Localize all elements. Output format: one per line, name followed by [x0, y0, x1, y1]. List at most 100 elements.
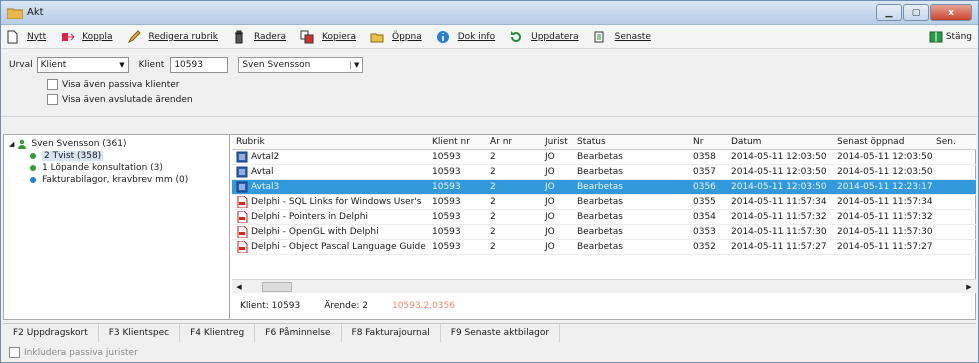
window-title: Akt — [27, 7, 44, 18]
close-button[interactable]: Stäng — [929, 30, 972, 44]
tree-item-faktura[interactable]: Fakturabilagor, kravbrev mm (0) — [6, 174, 227, 186]
tree-item-konsultation[interactable]: 1 Löpande konsultation (3) — [6, 162, 227, 174]
col-datum[interactable]: Datum — [727, 137, 833, 147]
klient-label: Klient — [138, 60, 165, 70]
selection-status: Klient: 10593 Ärende: 2 10593.2.0356 — [232, 293, 976, 319]
col-ar-nr[interactable]: År nr — [486, 137, 541, 147]
passive-clients-checkbox[interactable] — [47, 79, 58, 90]
cell-ar: 2 — [490, 152, 496, 162]
cell-rubrik: Delphi - OpenGL with Delphi — [232, 226, 428, 238]
cell-datum: 2014-05-11 11:57:30 — [731, 227, 827, 237]
delete-button[interactable]: Radera — [232, 30, 286, 44]
col-jurist[interactable]: Jurist — [541, 137, 573, 147]
chevron-down-icon: ▼ — [349, 61, 362, 69]
fkey-f2[interactable]: F2 Uppdragskort — [3, 323, 99, 342]
new-button[interactable]: Nytt — [5, 30, 46, 44]
col-rubrik[interactable]: Rubrik — [232, 137, 428, 147]
cell-ar: 2 — [490, 227, 496, 237]
link-icon — [62, 32, 75, 41]
scroll-thumb[interactable] — [262, 281, 292, 292]
recent-button[interactable]: Senaste — [593, 30, 651, 44]
col-klient-nr[interactable]: Klient nr — [428, 137, 486, 147]
table-row[interactable]: Delphi - Object Pascal Language Guide 105… — [232, 240, 976, 255]
table-row[interactable]: Delphi - Pointers in Delphi 10593 2 JO Bearb… — [232, 210, 976, 225]
edit-pencil-icon — [127, 29, 141, 43]
tree-root[interactable]: ◢ Sven Svensson (361) — [6, 138, 227, 150]
cell-ar: 2 — [490, 197, 496, 207]
cell-senast: 2014-05-11 11:57:34 — [837, 197, 932, 207]
pdf-document-icon — [237, 196, 248, 208]
open-button[interactable]: Öppna — [370, 30, 422, 44]
new-button-label: Nytt — [27, 31, 47, 42]
fkey-f4[interactable]: F4 Klientreg — [180, 323, 256, 342]
footer: Inkludera passiva jurister — [9, 347, 138, 358]
cell-status: Bearbetas — [577, 167, 623, 177]
table-row[interactable]: Delphi - SQL Links for Windows User's 105… — [232, 195, 976, 210]
scroll-left-icon[interactable]: ◀ — [232, 283, 246, 291]
scroll-right-icon[interactable]: ▶ — [962, 283, 976, 291]
title-bar: Akt ▁ ▢ x — [1, 1, 978, 25]
closed-matters-label: Visa även avslutade ärenden — [62, 94, 193, 105]
cell-status: Bearbetas — [577, 242, 623, 252]
cell-datum: 2014-05-11 12:03:50 — [731, 182, 827, 192]
doc-info-button[interactable]: Dok info — [436, 30, 495, 44]
cell-ar: 2 — [490, 167, 496, 177]
fkey-f3[interactable]: F3 Klientspec — [99, 323, 181, 342]
edit-title-button[interactable]: Redigera rubrik — [127, 29, 218, 44]
table-row[interactable]: Avtal3 10593 2 JO Bearbetas 0356 2014-05-11 12… — [232, 180, 976, 195]
pdf-document-icon — [237, 241, 248, 253]
cell-rubrik: Avtal2 — [232, 151, 428, 163]
cell-status: Bearbetas — [577, 152, 623, 162]
doc-info-button-label: Dok info — [457, 31, 496, 42]
fkey-f9[interactable]: F9 Senaste aktbilagor — [441, 323, 561, 342]
grid-body: Avtal2 10593 2 JO Bearbetas 0358 2014-05-11 12… — [232, 150, 976, 255]
minimize-button[interactable]: ▁ — [876, 4, 902, 21]
cell-jurist: JO — [545, 242, 555, 252]
table-row[interactable]: Avtal 10593 2 JO Bearbetas 0357 2014-05-11 12:… — [232, 165, 976, 180]
app-window: Akt ▁ ▢ x Nytt Koppla Redigera rubrik Ra… — [0, 0, 979, 363]
horizontal-scrollbar[interactable]: ◀ ▶ — [232, 279, 976, 293]
cell-senast: 2014-05-11 11:57:27 — [837, 242, 932, 252]
cell-datum: 2014-05-11 11:57:32 — [731, 212, 827, 222]
client-name-select[interactable]: Sven Svensson ▼ — [238, 57, 364, 73]
cell-senast: 2014-05-11 11:57:32 — [837, 212, 932, 222]
client-name-value: Sven Svensson — [242, 60, 311, 70]
table-row[interactable]: Delphi - OpenGL with Delphi 10593 2 JO Bearb… — [232, 225, 976, 240]
tree-item-tvist[interactable]: 2 Tvist (358) — [6, 150, 227, 162]
klient-input[interactable]: 10593 — [170, 57, 229, 73]
urval-select[interactable]: Klient ▼ — [36, 57, 129, 73]
col-nr[interactable]: Nr — [689, 137, 727, 147]
cell-klient: 10593 — [432, 227, 461, 237]
closed-matters-checkbox[interactable] — [47, 94, 58, 105]
cell-nr: 0354 — [693, 212, 716, 222]
col-status[interactable]: Status — [573, 137, 689, 147]
link-button[interactable]: Koppla — [60, 30, 113, 44]
cell-datum: 2014-05-11 12:03:50 — [731, 167, 827, 177]
recent-button-label: Senaste — [614, 31, 651, 42]
col-sen[interactable]: Sen. — [932, 137, 972, 147]
passive-lawyers-label: Inkludera passiva jurister — [24, 347, 138, 358]
status-dot-icon — [30, 165, 36, 171]
table-row[interactable]: Avtal2 10593 2 JO Bearbetas 0358 2014-05-11 12… — [232, 150, 976, 165]
function-key-bar: F2 Uppdragskort F3 Klientspec F4 Klientr… — [3, 323, 976, 342]
maximize-button[interactable]: ▢ — [903, 4, 929, 21]
passive-lawyers-checkbox[interactable] — [9, 347, 20, 358]
cell-nr: 0355 — [693, 197, 716, 207]
exit-icon — [929, 31, 943, 42]
toolbar: Nytt Koppla Redigera rubrik Radera Kopie… — [1, 25, 978, 49]
fkey-f6[interactable]: F6 Påminnelse — [255, 323, 342, 342]
rubrik-text: Avtal3 — [251, 182, 280, 192]
copy-button[interactable]: Kopiera — [300, 30, 356, 44]
new-document-icon — [7, 30, 18, 43]
cell-jurist: JO — [545, 227, 555, 237]
refresh-button[interactable]: Uppdatera — [509, 30, 579, 44]
cell-senast: 2014-05-11 12:03:50 — [837, 152, 932, 162]
grid-header: Rubrik Klient nr År nr Jurist Status Nr … — [232, 135, 976, 150]
edit-title-button-label: Redigera rubrik — [148, 31, 218, 42]
cell-senast: 2014-05-11 12:23:17 — [837, 182, 932, 192]
col-senast-oppnad[interactable]: Senast öppnad — [833, 137, 932, 147]
fkey-f8[interactable]: F8 Fakturajournal — [342, 323, 441, 342]
trash-icon — [235, 30, 243, 43]
close-window-button[interactable]: x — [930, 4, 972, 21]
cell-klient: 10593 — [432, 242, 461, 252]
